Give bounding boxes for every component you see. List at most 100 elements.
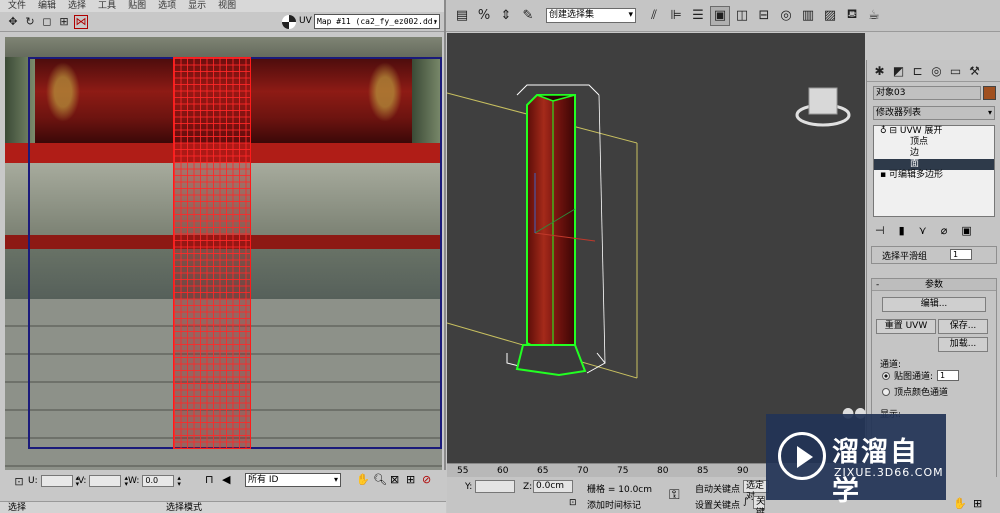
u-coord: U: ▴ ▾: [28, 475, 79, 488]
display-tab-icon[interactable]: ▭: [947, 62, 964, 79]
key-icon[interactable]: ⚿: [669, 487, 680, 503]
mirror-tool-icon[interactable]: ⫽: [644, 6, 664, 26]
utilities-tab-icon[interactable]: ⚒: [966, 62, 983, 79]
vertex-color-option[interactable]: 顶点颜色通道: [882, 385, 948, 398]
modifier-list-dropdown[interactable]: 修改器列表: [873, 106, 995, 120]
make-unique-icon[interactable]: ⋎: [919, 224, 927, 238]
curve-editor-icon[interactable]: ◫: [732, 6, 752, 26]
remove-modifier-icon[interactable]: ⌀: [941, 224, 948, 238]
w-coord: W: 0.0 ▴ ▾: [128, 475, 181, 488]
snap-icon[interactable]: ⊘: [422, 473, 431, 486]
key-filter-button[interactable]: 关键点过滤器...: [753, 496, 765, 513]
w-spinner-icon[interactable]: ▴ ▾: [177, 475, 181, 488]
menu-edit[interactable]: 编辑: [38, 0, 56, 12]
timeline-ruler[interactable]: 55 60 65 70 75 80 85 90: [447, 463, 767, 477]
menu-select[interactable]: 选择: [68, 0, 86, 12]
create-tab-icon[interactable]: ✱: [871, 62, 888, 79]
percent-snap-icon[interactable]: %: [474, 6, 494, 26]
set-key-button[interactable]: 设置关键点: [695, 498, 740, 511]
checker-pattern-icon[interactable]: [282, 15, 296, 29]
motion-tab-icon[interactable]: ◎: [928, 62, 945, 79]
schematic-view-icon[interactable]: ⊟: [754, 6, 774, 26]
maximize-viewport-icon[interactable]: ⊞: [973, 497, 982, 510]
stack-item-edge[interactable]: 边: [874, 148, 994, 159]
stack-item-face[interactable]: 面: [874, 159, 994, 170]
save-button[interactable]: 保存...: [938, 319, 988, 334]
status-select: 选择: [8, 503, 27, 513]
uv-texture-viewport[interactable]: [5, 37, 442, 470]
edit-named-sets-icon[interactable]: ✎: [518, 6, 538, 26]
texture-map-select[interactable]: Map #11 (ca2_fy_ez002.dd:: [314, 14, 440, 29]
object-name-field[interactable]: 对象03: [873, 86, 981, 100]
menu-options[interactable]: 选项: [158, 0, 176, 12]
paint-icon[interactable]: ◀: [222, 473, 230, 486]
pillar-base[interactable]: [515, 344, 587, 377]
z-coord-input[interactable]: 0.0cm: [533, 480, 573, 493]
layers-icon[interactable]: ☰: [688, 6, 708, 26]
z-coord-label: Z:: [523, 482, 533, 492]
lightbulb-icon[interactable]: ♁ ⊟: [880, 126, 900, 136]
map-channel-option[interactable]: 贴图通道: 1: [882, 369, 960, 382]
spinner-snap-icon[interactable]: ⇕: [496, 6, 516, 26]
absolute-mode-icon[interactable]: ⊡: [12, 474, 26, 488]
zoom-icon[interactable]: 🔍︎: [373, 473, 387, 486]
smoothing-group-input[interactable]: 1: [950, 249, 972, 260]
auto-key-button[interactable]: 自动关键点: [695, 482, 740, 495]
named-selection-dropdown[interactable]: 创建选择集: [546, 8, 636, 23]
uv-mesh-selection[interactable]: [173, 57, 251, 449]
reset-uvw-button[interactable]: 重置 UVW: [876, 319, 936, 334]
viewcube-icon[interactable]: [808, 87, 838, 115]
load-button[interactable]: 加载...: [938, 337, 988, 352]
pan-hand-icon[interactable]: ✋: [356, 473, 370, 486]
select-move-icon[interactable]: ▤: [452, 6, 472, 26]
lock-icon[interactable]: ⊓: [205, 473, 214, 486]
curve-icon[interactable]: ∫: [743, 497, 748, 507]
stack-item-uvw-unwrap[interactable]: ♁ ⊟ UVW 展开: [874, 126, 994, 137]
align-icon[interactable]: ⊫: [666, 6, 686, 26]
stack-item-editable-poly[interactable]: ▪ 可编辑多边形: [874, 170, 994, 181]
stack-item-vertex[interactable]: 顶点: [874, 137, 994, 148]
u-input[interactable]: [40, 475, 73, 487]
object-color-swatch[interactable]: [983, 86, 996, 100]
parameters-title[interactable]: 参数: [872, 279, 996, 291]
id-filter-select[interactable]: 所有 ID: [245, 473, 341, 487]
rotate-icon[interactable]: ↻: [23, 15, 37, 29]
menu-tools[interactable]: 工具: [98, 0, 116, 12]
add-time-tag[interactable]: 添加时间标记: [587, 498, 641, 511]
stack-tools: ⊣ ▮ ⋎ ⌀ ▣: [875, 224, 995, 238]
vertex-color-radio[interactable]: [882, 387, 890, 396]
menu-view[interactable]: 视图: [218, 0, 236, 12]
v-input[interactable]: [89, 475, 122, 487]
w-input[interactable]: 0.0: [142, 475, 175, 487]
y-coord-input[interactable]: [475, 480, 515, 493]
menu-display[interactable]: 显示: [188, 0, 206, 12]
zoom-extents-icon[interactable]: ⊞: [406, 473, 415, 486]
quick-render-icon[interactable]: ☕: [864, 6, 884, 26]
grid-size-label: 栅格 = 10.0cm: [587, 485, 653, 495]
map-channel-radio[interactable]: [882, 371, 890, 380]
pan-hand-icon[interactable]: ✋: [953, 497, 967, 510]
move-icon[interactable]: ✥: [6, 15, 20, 29]
mirror-icon[interactable]: ⋈: [74, 14, 88, 29]
render-teapot-icon[interactable]: ⛾: [842, 6, 862, 26]
render-frame-icon[interactable]: ▨: [820, 6, 840, 26]
scale-icon[interactable]: ◻: [40, 15, 54, 29]
hierarchy-tab-icon[interactable]: ⊏: [909, 62, 926, 79]
graphite-tools-icon[interactable]: ▣: [710, 5, 730, 26]
map-channel-input[interactable]: 1: [937, 370, 960, 381]
menu-file[interactable]: 文件: [8, 0, 26, 12]
edit-button[interactable]: 编辑...: [882, 297, 986, 312]
pillar-object[interactable]: [526, 94, 576, 350]
configure-sets-icon[interactable]: ▣: [961, 224, 971, 238]
perspective-viewport[interactable]: [447, 33, 865, 463]
freeform-icon[interactable]: ⊞: [57, 15, 71, 29]
zoom-region-icon[interactable]: ⊠: [390, 473, 399, 486]
render-setup-icon[interactable]: ▥: [798, 6, 818, 26]
time-tag-icon[interactable]: ⊡: [569, 498, 577, 508]
pin-stack-icon[interactable]: ⊣: [875, 224, 885, 238]
bbox-top: [516, 84, 600, 96]
material-editor-icon[interactable]: ◎: [776, 6, 796, 26]
modify-tab-icon[interactable]: ◩: [890, 62, 907, 79]
show-end-result-icon[interactable]: ▮: [899, 224, 905, 238]
menu-mapping[interactable]: 贴图: [128, 0, 146, 12]
